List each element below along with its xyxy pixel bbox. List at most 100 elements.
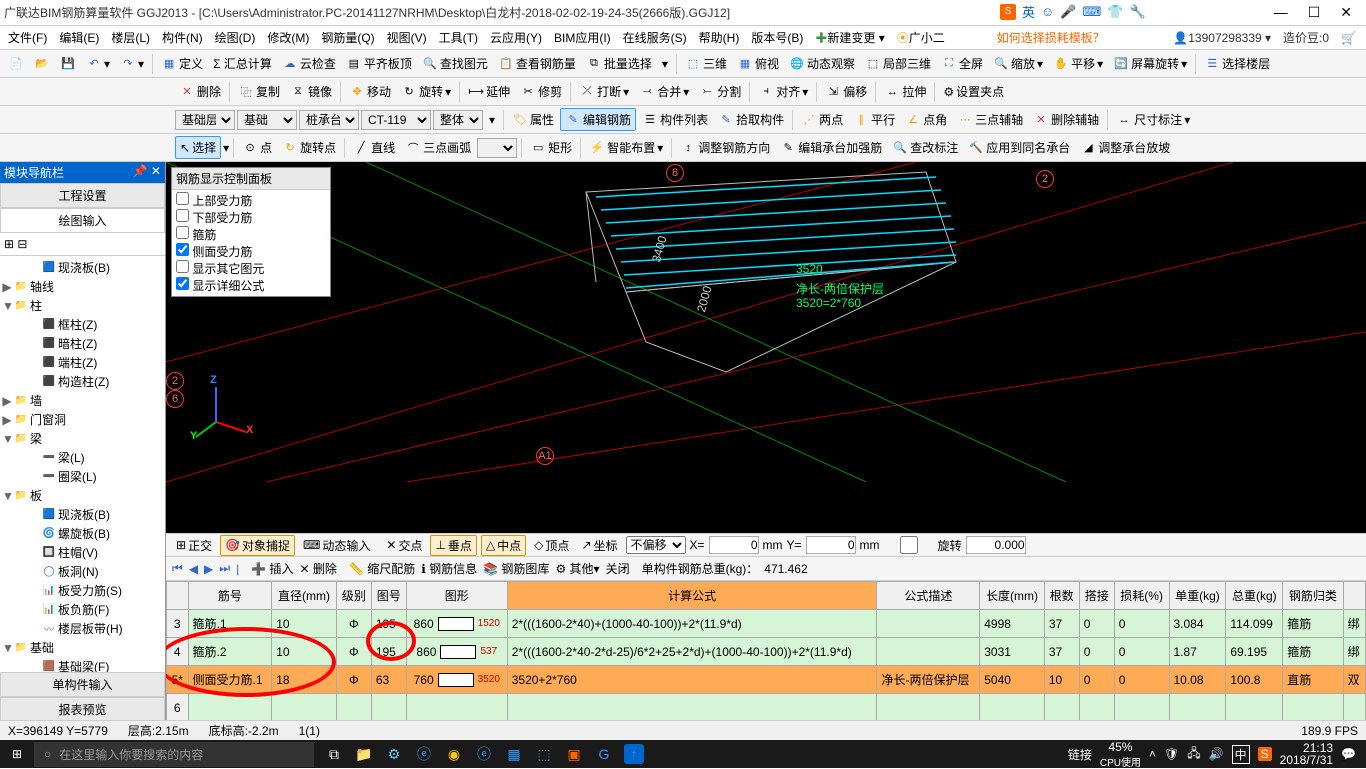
other-button[interactable]: ⚙ 其他▾: [555, 560, 599, 577]
collapse-icon[interactable]: ⊟: [17, 237, 27, 251]
tree-item[interactable]: ▶📁轴线: [2, 277, 163, 296]
stretch-button[interactable]: ↔拉伸: [880, 81, 930, 102]
save-icon[interactable]: 💾: [56, 54, 80, 74]
coord-button[interactable]: ↗ 坐标: [577, 536, 621, 555]
last-icon[interactable]: ⏭: [219, 561, 230, 576]
app6-icon[interactable]: G: [594, 744, 614, 764]
mid-button[interactable]: △ 中点: [481, 535, 526, 556]
rotate-button[interactable]: ↻旋转▾: [397, 81, 455, 102]
menu-component[interactable]: 构件(N): [156, 27, 209, 48]
display-option[interactable]: 上部受力筋: [176, 192, 326, 209]
first-icon[interactable]: ⏮: [172, 561, 183, 576]
break-button[interactable]: ⤫打断▾: [575, 81, 633, 102]
tab-report-preview[interactable]: 报表预览: [0, 697, 165, 722]
table-row[interactable]: 4 箍筋.210Φ195 860537 2*(((1600-2*40-2*d-2…: [167, 638, 1366, 666]
edit-rebar-button[interactable]: ✎编辑钢筋: [560, 108, 636, 131]
tree-item[interactable]: 〰楼层板带(H): [2, 619, 163, 638]
redo-icon[interactable]: ↷▾: [116, 54, 148, 74]
minimize-button[interactable]: —: [1274, 4, 1288, 21]
ie-icon[interactable]: ⓔ: [474, 744, 494, 764]
prev-icon[interactable]: ◀: [189, 562, 198, 576]
table-header-cell[interactable]: 图形: [406, 582, 507, 610]
three-point-axis-button[interactable]: ⋯三点辅轴: [953, 109, 1027, 130]
property-button[interactable]: 🏷属性: [508, 109, 558, 130]
tree-item[interactable]: ➖圈梁(L): [2, 467, 163, 486]
x-input[interactable]: [709, 536, 759, 554]
3d-button[interactable]: ⬚三维: [681, 53, 731, 74]
start-button[interactable]: ⊞: [0, 740, 34, 768]
adjust-direction-button[interactable]: ↕调整钢筋方向: [676, 137, 774, 158]
batch-select-button[interactable]: ⧉批量选择: [582, 53, 656, 74]
fullscreen-button[interactable]: ⛶全屏: [937, 53, 987, 74]
delete-button[interactable]: ✕删除: [175, 81, 225, 102]
table-header-cell[interactable]: 单重(kg): [1169, 582, 1226, 610]
menu-floor[interactable]: 楼层(L): [105, 27, 156, 48]
tray-notif-icon[interactable]: 💬: [1341, 747, 1356, 761]
menu-help[interactable]: 帮助(H): [693, 27, 746, 48]
tab-project-settings[interactable]: 工程设置: [0, 183, 165, 208]
rotate-check[interactable]: [884, 536, 934, 554]
coin-icon[interactable]: 🛒: [1341, 31, 1356, 45]
tray-vol-icon[interactable]: 🔊: [1209, 747, 1224, 761]
line-button[interactable]: ╱直线: [349, 137, 399, 158]
display-option[interactable]: 显示其它图元: [176, 260, 326, 277]
y-input[interactable]: [806, 536, 856, 554]
menu-rebar[interactable]: 钢筋量(Q): [315, 27, 380, 48]
table-header-cell[interactable]: 筋号: [188, 582, 272, 610]
table-row[interactable]: 6: [167, 694, 1366, 722]
tree-item[interactable]: 📊板负筋(F): [2, 600, 163, 619]
select-floor-button[interactable]: ☰选择楼层: [1200, 53, 1274, 74]
offset-select[interactable]: 不偏移: [626, 536, 686, 554]
ime-emoji-icon[interactable]: ☺: [1041, 4, 1054, 19]
component-select[interactable]: CT-119: [361, 110, 431, 130]
tray-up-icon[interactable]: ˄: [1149, 747, 1156, 761]
display-option[interactable]: 箍筋: [176, 226, 326, 243]
app2-icon[interactable]: ◉: [444, 744, 464, 764]
tree-item[interactable]: ⬛框柱(Z): [2, 315, 163, 334]
mirror-button[interactable]: ⧖镜像: [286, 81, 336, 102]
ime-tools-icon[interactable]: 🔧: [1129, 4, 1145, 20]
merge-button[interactable]: ⤙合并▾: [635, 81, 693, 102]
tree-item[interactable]: ▶📁门窗洞: [2, 410, 163, 429]
undo-icon[interactable]: ↶▾: [82, 54, 114, 74]
ime-icon[interactable]: S: [1000, 4, 1016, 20]
whole-select[interactable]: 整体: [433, 110, 483, 130]
check-annotation-button[interactable]: 🔍查改标注: [888, 137, 962, 158]
rect-button[interactable]: ▭矩形: [526, 137, 576, 158]
rotate-input[interactable]: [966, 536, 1026, 554]
menu-version[interactable]: 版本号(B): [745, 27, 809, 48]
tree-item[interactable]: ⬛端柱(Z): [2, 353, 163, 372]
close-panel-button[interactable]: 关闭: [606, 560, 630, 577]
new-icon[interactable]: 📄: [4, 54, 28, 74]
extend-button[interactable]: ⟼延伸: [464, 81, 514, 102]
tree-item[interactable]: 🟦现浇板(B): [2, 258, 163, 277]
flatten-button[interactable]: ▤平齐板顶: [342, 53, 416, 74]
maximize-button[interactable]: ☐: [1308, 4, 1321, 21]
tray-link[interactable]: 链接: [1068, 746, 1092, 763]
table-header-cell[interactable]: [1343, 582, 1365, 610]
two-point-button[interactable]: ⋰两点: [797, 109, 847, 130]
apply-same-button[interactable]: 🔨应用到同名承台: [964, 137, 1074, 158]
view-rebar-button[interactable]: 📋查看钢筋量: [494, 53, 580, 74]
table-header-cell[interactable]: 计算公式: [507, 582, 877, 610]
pan-button[interactable]: ✋平移▾: [1049, 53, 1107, 74]
app5-icon[interactable]: ▣: [564, 744, 584, 764]
assistant-button[interactable]: ⦿广小二: [891, 27, 951, 48]
adjust-slope-button[interactable]: ◢调整承台放坡: [1076, 137, 1174, 158]
top-view-button[interactable]: ▦俯视: [733, 53, 783, 74]
select-button[interactable]: ↖ 选择: [175, 136, 221, 159]
menu-cloud[interactable]: 云应用(Y): [484, 27, 548, 48]
screen-rotate-button[interactable]: 🔄屏幕旋转▾: [1109, 53, 1191, 74]
delete-row-button[interactable]: ✕ 删除: [300, 560, 337, 577]
tray-sec-icon[interactable]: 🛡: [1164, 747, 1179, 761]
insert-button[interactable]: ➕ 插入: [251, 560, 293, 577]
display-option[interactable]: 显示详细公式: [176, 277, 326, 294]
tree-item[interactable]: ▼📁柱: [2, 296, 163, 315]
search-box[interactable]: ○ 在这里输入你要搜索的内容: [34, 742, 314, 767]
local-3d-button[interactable]: ⬚局部三维: [861, 53, 935, 74]
tree-item[interactable]: 📊板受力筋(S): [2, 581, 163, 600]
help-link[interactable]: 如何选择损耗模板？: [991, 27, 1111, 48]
tree-item[interactable]: 🟦现浇板(B): [2, 505, 163, 524]
subtype-select[interactable]: 桩承台: [299, 110, 359, 130]
tray-clock[interactable]: 21:13 2018/7/31: [1280, 742, 1333, 766]
